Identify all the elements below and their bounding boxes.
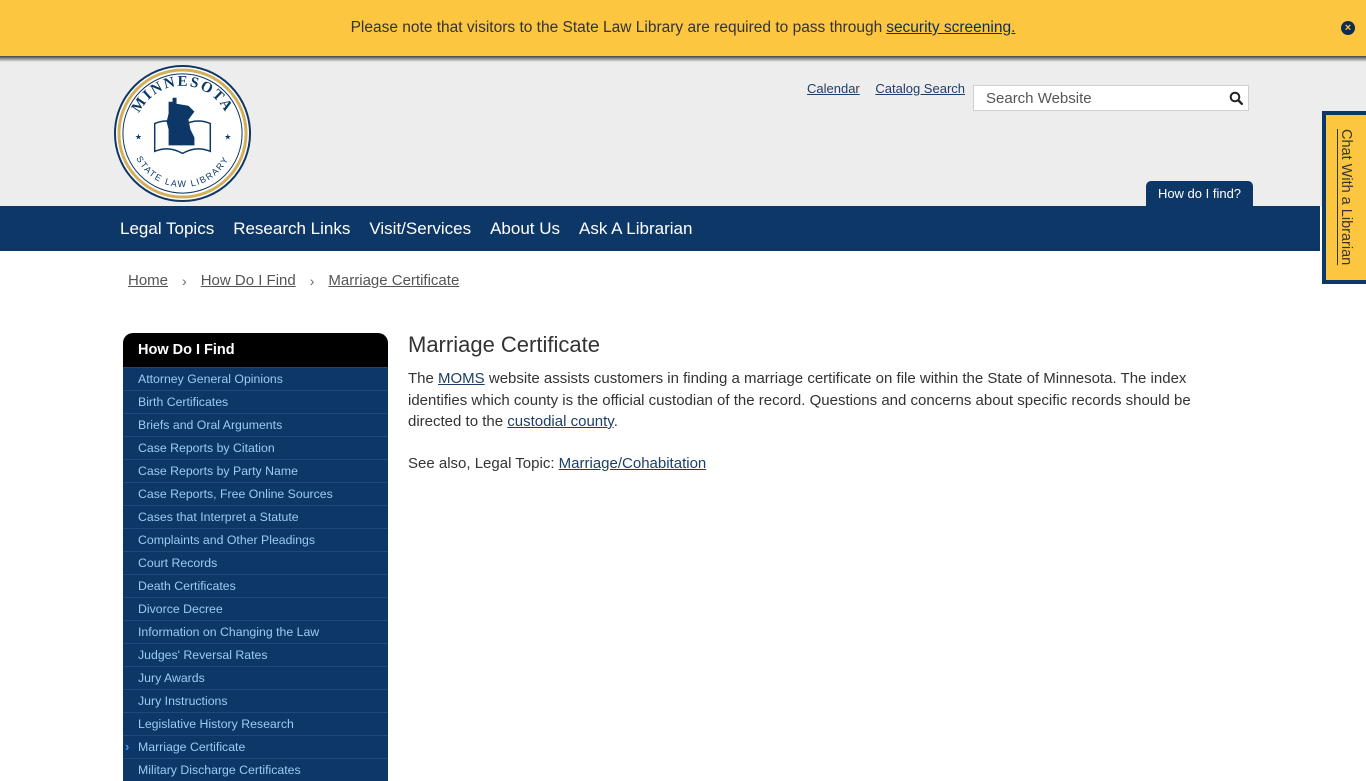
sidebar-item-label[interactable]: Complaints and Other Pleadings bbox=[138, 533, 315, 547]
sidebar-item[interactable]: Judges' Reversal Rates bbox=[123, 643, 388, 666]
chat-button[interactable]: Chat With a Librarian bbox=[1326, 115, 1366, 280]
breadcrumb-home[interactable]: Home bbox=[128, 272, 168, 289]
sidebar-item-active[interactable]: › Marriage Certificate bbox=[123, 735, 388, 758]
sidebar-item[interactable]: Case Reports by Party Name bbox=[123, 459, 388, 482]
chat-label[interactable]: Chat With a Librarian bbox=[1338, 129, 1354, 265]
minnesota-state-law-library-logo[interactable]: MINNESOTA STATE LAW LIBRARY ★ ★ bbox=[113, 64, 252, 203]
search-input[interactable] bbox=[974, 86, 1224, 110]
sidebar-item-label[interactable]: Court Records bbox=[138, 556, 217, 570]
chevron-right-icon: › bbox=[125, 739, 130, 754]
sidebar-title: How Do I Find bbox=[123, 333, 388, 367]
sidebar-item-label[interactable]: Case Reports by Party Name bbox=[138, 464, 298, 478]
sidebar-item-label[interactable]: Judges' Reversal Rates bbox=[138, 648, 267, 662]
how-do-i-find-tab[interactable]: How do I find? bbox=[1146, 181, 1253, 206]
banner-shadow bbox=[0, 56, 1366, 62]
sidebar-item[interactable]: Attorney General Opinions bbox=[123, 367, 388, 390]
marriage-cohabitation-link[interactable]: Marriage/Cohabitation bbox=[559, 455, 707, 472]
sidebar-item[interactable]: Complaints and Other Pleadings bbox=[123, 528, 388, 551]
sidebar-menu: How Do I Find Attorney General Opinions … bbox=[123, 333, 388, 781]
sidebar-item-label[interactable]: Marriage Certificate bbox=[138, 740, 245, 754]
sidebar-item-label[interactable]: Cases that Interpret a Statute bbox=[138, 510, 299, 524]
breadcrumb-marriage-certificate[interactable]: Marriage Certificate bbox=[328, 272, 459, 289]
sidebar-item-label[interactable]: Briefs and Oral Arguments bbox=[138, 418, 282, 432]
sidebar-item-label[interactable]: Jury Awards bbox=[138, 671, 205, 685]
sidebar-item-label[interactable]: Jury Instructions bbox=[138, 694, 228, 708]
sidebar-item-label[interactable]: Case Reports, Free Online Sources bbox=[138, 487, 333, 501]
nav-ask-a-librarian[interactable]: Ask A Librarian bbox=[579, 219, 692, 239]
moms-link[interactable]: MOMS bbox=[438, 370, 485, 387]
sidebar-item[interactable]: Military Discharge Certificates bbox=[123, 758, 388, 781]
security-screening-link[interactable]: security screening. bbox=[886, 19, 1015, 37]
svg-text:★: ★ bbox=[224, 132, 231, 141]
nav-research-links[interactable]: Research Links bbox=[233, 219, 350, 239]
utility-links: Calendar Catalog Search bbox=[807, 81, 977, 96]
chevron-right-icon: › bbox=[309, 272, 315, 289]
sidebar-item-label[interactable]: Military Discharge Certificates bbox=[138, 763, 301, 777]
sidebar-item-label[interactable]: Legislative History Research bbox=[138, 717, 294, 731]
page-title: Marriage Certificate bbox=[408, 332, 600, 357]
calendar-link[interactable]: Calendar bbox=[807, 81, 860, 96]
alert-text: Please note that visitors to the State L… bbox=[350, 19, 883, 36]
search-icon[interactable] bbox=[1224, 86, 1248, 110]
nav-visit-services[interactable]: Visit/Services bbox=[369, 219, 471, 239]
text: The bbox=[408, 370, 439, 387]
sidebar-item[interactable]: Divorce Decree bbox=[123, 597, 388, 620]
sidebar-item[interactable]: Cases that Interpret a Statute bbox=[123, 505, 388, 528]
breadcrumb-how-do-i-find[interactable]: How Do I Find bbox=[201, 272, 296, 289]
sidebar-item[interactable]: Information on Changing the Law bbox=[123, 620, 388, 643]
text: See also, Legal Topic: bbox=[408, 454, 559, 472]
sidebar-item-label[interactable]: Information on Changing the Law bbox=[138, 625, 319, 639]
sidebar-item[interactable]: Jury Awards bbox=[123, 666, 388, 689]
catalog-search-link[interactable]: Catalog Search bbox=[875, 81, 965, 96]
sidebar-item-label[interactable]: Death Certificates bbox=[138, 579, 236, 593]
text: . bbox=[613, 413, 618, 430]
intro-paragraph: The MOMS website assists customers in fi… bbox=[408, 368, 1248, 433]
svg-text:★: ★ bbox=[135, 132, 142, 141]
sidebar-item-label[interactable]: Attorney General Opinions bbox=[138, 372, 283, 386]
sidebar-item-label[interactable]: Case Reports by Citation bbox=[138, 441, 275, 455]
chevron-right-icon: › bbox=[182, 272, 187, 289]
close-circle-icon[interactable]: × bbox=[1341, 21, 1355, 35]
sidebar-item[interactable]: Birth Certificates bbox=[123, 390, 388, 413]
main-nav: Legal Topics Research Links Visit/Servic… bbox=[0, 206, 1320, 251]
sidebar-item[interactable]: Case Reports, Free Online Sources bbox=[123, 482, 388, 505]
sidebar-item[interactable]: Court Records bbox=[123, 551, 388, 574]
nav-legal-topics[interactable]: Legal Topics bbox=[120, 219, 214, 239]
sidebar-item[interactable]: Jury Instructions bbox=[123, 689, 388, 712]
see-also-paragraph: See also, Legal Topic: Marriage/Cohabita… bbox=[408, 453, 1248, 475]
site-header: MINNESOTA STATE LAW LIBRARY ★ ★ Calendar… bbox=[0, 56, 1366, 206]
search-box bbox=[973, 85, 1249, 111]
sidebar-item[interactable]: Case Reports by Citation bbox=[123, 436, 388, 459]
main-content: Marriage Certificate The MOMS website as… bbox=[408, 330, 1248, 474]
sidebar-item[interactable]: Death Certificates bbox=[123, 574, 388, 597]
nav-about-us[interactable]: About Us bbox=[490, 219, 560, 239]
alert-banner: Please note that visitors to the State L… bbox=[0, 0, 1366, 56]
sidebar-item[interactable]: Briefs and Oral Arguments bbox=[123, 413, 388, 436]
custodial-county-link[interactable]: custodial county bbox=[507, 413, 613, 430]
sidebar-item-label[interactable]: Birth Certificates bbox=[138, 395, 228, 409]
sidebar-item-label[interactable]: Divorce Decree bbox=[138, 602, 223, 616]
breadcrumb: Home › How Do I Find › Marriage Certific… bbox=[128, 272, 459, 289]
sidebar-item[interactable]: Legislative History Research bbox=[123, 712, 388, 735]
chat-with-librarian-tab[interactable]: Chat With a Librarian bbox=[1322, 111, 1366, 284]
